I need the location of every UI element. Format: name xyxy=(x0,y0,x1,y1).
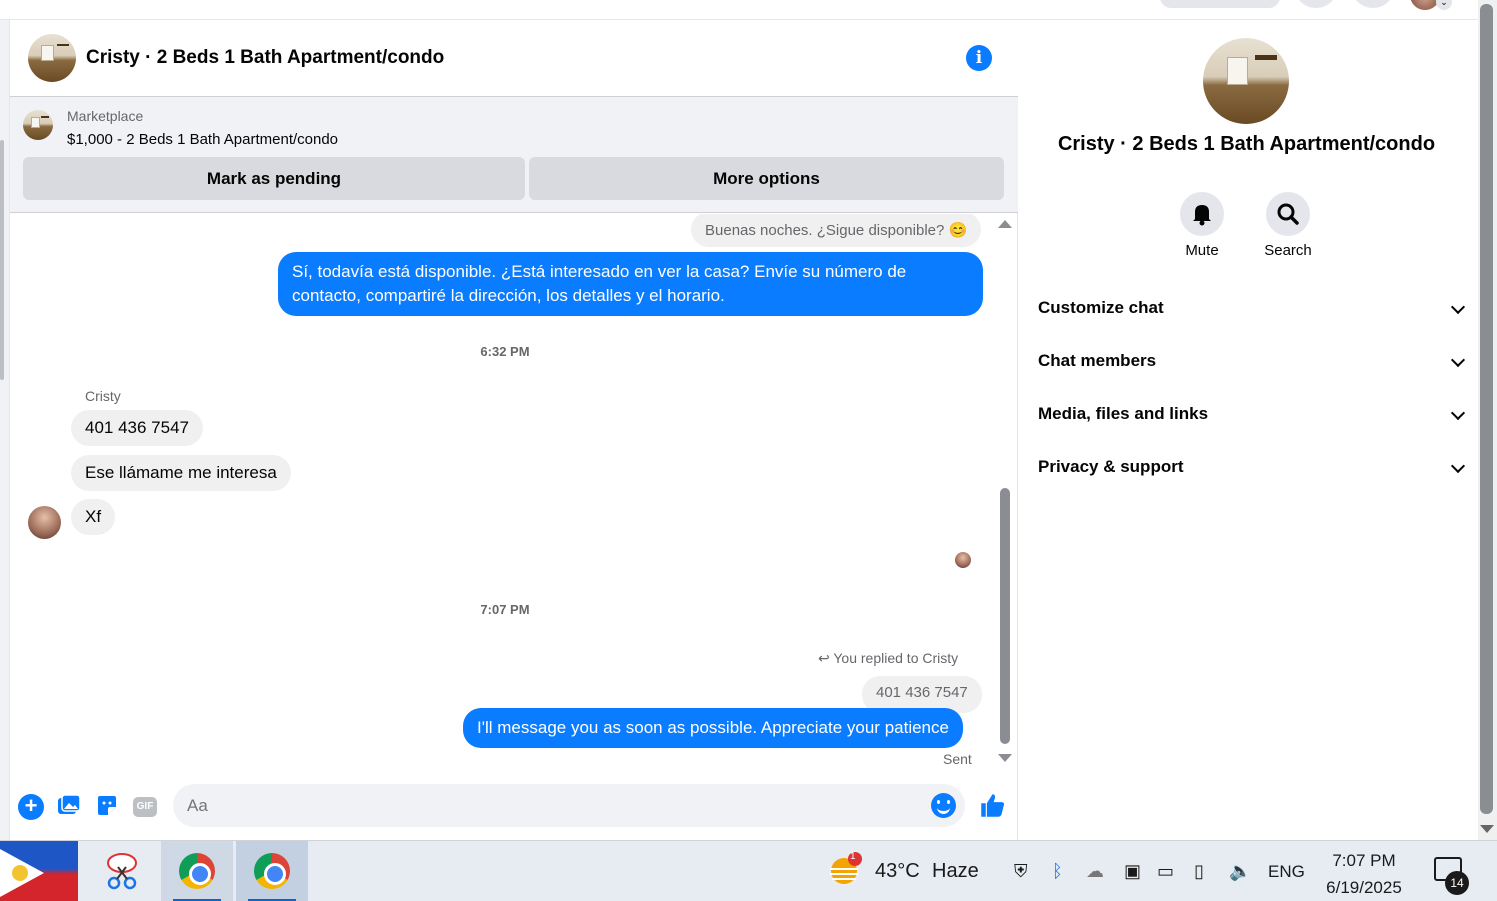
message-bubble[interactable]: Sí, todavía está disponible. ¿Está inter… xyxy=(278,252,983,316)
sender-name: Cristy xyxy=(85,388,121,404)
message-bubble[interactable]: Buenas noches. ¿Sigue disponible? 😊 xyxy=(691,214,982,247)
listing-thumbnail[interactable] xyxy=(23,110,53,140)
sender-avatar[interactable] xyxy=(28,506,61,539)
meet-icon[interactable]: ▣ xyxy=(1124,841,1141,901)
privacy-support-row[interactable]: Privacy & support xyxy=(1038,447,1466,487)
page-scroll-down-arrow[interactable] xyxy=(1480,825,1494,833)
timestamp: 6:32 PM xyxy=(480,344,530,359)
media-files-links-row[interactable]: Media, files and links xyxy=(1038,394,1466,434)
system-clock[interactable]: 7:07 PM 6/19/2025 xyxy=(1318,847,1410,901)
reply-note: ↩ You replied to Cristy xyxy=(818,650,958,667)
message-list: Buenas noches. ¿Sigue disponible? 😊 Sí, … xyxy=(10,214,1000,774)
notification-count: 14 xyxy=(1445,871,1469,895)
row-label: Privacy & support xyxy=(1038,457,1184,476)
scroll-down-arrow[interactable] xyxy=(998,754,1012,762)
search-button[interactable]: Search xyxy=(1248,192,1328,259)
top-menu-button[interactable] xyxy=(1294,0,1338,8)
security-shield-icon[interactable]: ⛨ xyxy=(1014,841,1028,901)
delivery-status: Sent xyxy=(943,751,972,767)
search-label: Search xyxy=(1264,242,1312,259)
weather-text[interactable]: Haze xyxy=(932,841,979,901)
top-strip: ⌄ xyxy=(0,0,1478,20)
row-label: Chat members xyxy=(1038,351,1157,370)
marketplace-label: Marketplace xyxy=(67,108,144,124)
left-scroll-indicator[interactable] xyxy=(0,140,4,380)
chrome-profile-icon[interactable] xyxy=(236,841,308,901)
chat-info-panel: Cristy · 2 Beds 1 Bath Apartment/condo M… xyxy=(1019,20,1478,840)
mute-label: Mute xyxy=(1185,242,1219,259)
mute-button[interactable]: Mute xyxy=(1162,192,1242,259)
listing-avatar[interactable] xyxy=(28,34,76,82)
top-messenger-button[interactable] xyxy=(1351,0,1395,8)
weather-badge: 1 xyxy=(850,851,856,862)
emoji-icon[interactable] xyxy=(931,793,956,818)
more-options-button[interactable]: More options xyxy=(529,157,1004,200)
chrome-logo-icon xyxy=(179,853,215,889)
notification-icon[interactable]: 14 xyxy=(1434,857,1469,895)
marketplace-banner: Marketplace $1,000 - 2 Beds 1 Bath Apart… xyxy=(10,97,1018,213)
top-search-pill[interactable] xyxy=(1160,0,1280,8)
photo-icon[interactable] xyxy=(56,794,82,820)
weather-icon[interactable]: 1 xyxy=(826,841,862,901)
timestamp: 7:07 PM xyxy=(480,602,530,617)
chat-panel: Cristy · 2 Beds 1 Bath Apartment/condo i… xyxy=(10,20,1018,840)
chat-title[interactable]: Cristy · 2 Beds 1 Bath Apartment/condo xyxy=(86,47,444,69)
message-scrollbar[interactable] xyxy=(998,220,1012,772)
reply-note-text: You replied to Cristy xyxy=(833,650,959,666)
page-scrollbar[interactable] xyxy=(1478,0,1497,840)
message-bubble[interactable]: I'll message you as soon as possible. Ap… xyxy=(463,708,963,748)
chevron-down-icon xyxy=(1450,299,1466,315)
message-bubble[interactable]: 401 436 7547 xyxy=(71,410,203,446)
onedrive-icon[interactable]: ☁ xyxy=(1086,841,1104,901)
conversation-title: Cristy · 2 Beds 1 Bath Apartment/condo xyxy=(1057,133,1436,155)
volume-icon[interactable]: 🔈 xyxy=(1229,841,1251,901)
windows-taskbar: 1 43°C Haze ⛨ ᛒ ☁ ▣ ▭ ▯ 🔈 ENG 7:07 PM 6/… xyxy=(0,840,1497,901)
listing-price-title[interactable]: $1,000 - 2 Beds 1 Bath Apartment/condo xyxy=(67,131,338,148)
gif-icon[interactable]: GIF xyxy=(133,797,157,817)
seen-avatar xyxy=(955,552,971,568)
message-bubble[interactable]: Ese llámame me interesa xyxy=(71,455,291,491)
chrome-icon[interactable] xyxy=(161,841,233,901)
conversation-avatar[interactable] xyxy=(1203,38,1289,124)
reply-icon: ↩ xyxy=(818,650,834,666)
chrome-logo-icon xyxy=(254,853,290,889)
plus-icon[interactable]: + xyxy=(18,794,44,820)
clock-date: 6/19/2025 xyxy=(1326,878,1402,897)
account-dropdown-icon[interactable]: ⌄ xyxy=(1436,0,1452,10)
temperature-text[interactable]: 43°C xyxy=(875,841,920,901)
page-scroll-thumb[interactable] xyxy=(1480,4,1493,814)
language-indicator[interactable]: ENG xyxy=(1268,841,1305,901)
row-label: Media, files and links xyxy=(1038,404,1209,423)
chevron-down-icon xyxy=(1450,405,1466,421)
search-icon[interactable] xyxy=(1266,192,1310,236)
network-icon[interactable]: ▯ xyxy=(1194,841,1204,901)
start-flag-icon[interactable] xyxy=(0,841,78,901)
chevron-down-icon xyxy=(1450,352,1466,368)
messenger-window: ⌄ Cristy · 2 Beds 1 Bath Apartment/condo… xyxy=(0,0,1497,901)
chat-header: Cristy · 2 Beds 1 Bath Apartment/condo i xyxy=(10,20,1018,97)
row-label: Customize chat xyxy=(1038,298,1164,317)
snipping-tool-icon[interactable] xyxy=(86,841,158,901)
customize-chat-row[interactable]: Customize chat xyxy=(1038,288,1466,328)
info-icon[interactable]: i xyxy=(966,45,992,71)
message-scroll-thumb[interactable] xyxy=(1000,488,1010,744)
sticker-icon[interactable] xyxy=(94,794,120,820)
bell-icon[interactable] xyxy=(1180,192,1224,236)
clock-time: 7:07 PM xyxy=(1332,851,1396,870)
thumbs-up-icon[interactable] xyxy=(978,792,1006,820)
message-bubble[interactable]: Xf xyxy=(71,499,116,535)
bluetooth-icon[interactable]: ᛒ xyxy=(1052,841,1063,901)
battery-icon[interactable]: ▭ xyxy=(1157,841,1174,901)
chevron-down-icon xyxy=(1450,458,1466,474)
mark-as-pending-button[interactable]: Mark as pending xyxy=(23,157,525,200)
chat-members-row[interactable]: Chat members xyxy=(1038,341,1466,381)
left-edge xyxy=(0,20,10,840)
composer: + GIF xyxy=(10,780,1018,840)
message-input[interactable] xyxy=(173,784,965,827)
